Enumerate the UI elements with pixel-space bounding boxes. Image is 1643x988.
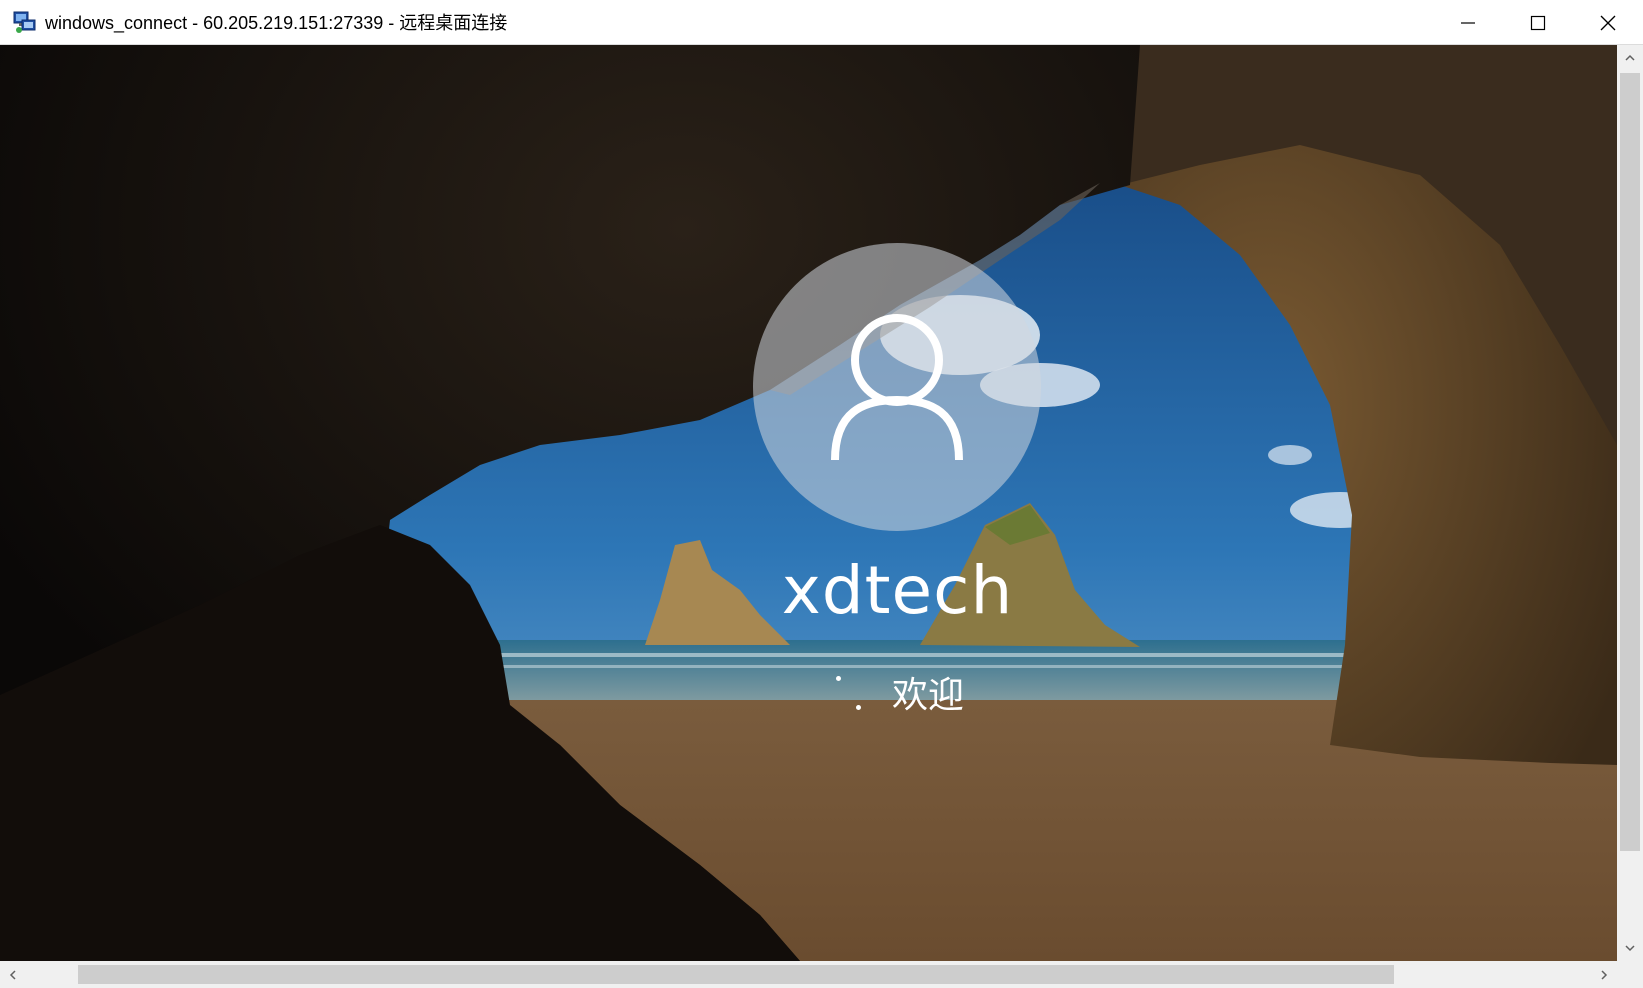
- chevron-right-icon: [1601, 969, 1608, 980]
- username-label: xdtech: [781, 552, 1014, 629]
- remote-desktop-viewport[interactable]: xdtech 欢迎: [0, 45, 1617, 961]
- scroll-right-button[interactable]: [1591, 961, 1617, 988]
- vertical-scrollbar[interactable]: [1617, 45, 1643, 961]
- minimize-icon: [1461, 21, 1475, 24]
- loading-spinner-icon: [820, 672, 861, 712]
- welcome-text: 欢迎: [892, 675, 965, 716]
- title-bar[interactable]: windows_connect - 60.205.219.151:27339 -…: [0, 0, 1643, 45]
- horizontal-scrollbar[interactable]: [0, 961, 1617, 988]
- user-icon: [831, 314, 963, 461]
- welcome-status: 欢迎: [820, 668, 964, 716]
- maximize-icon: [1530, 15, 1546, 30]
- chevron-up-icon: [1625, 54, 1635, 61]
- scroll-down-button[interactable]: [1617, 935, 1643, 961]
- horizontal-scroll-thumb[interactable]: [78, 965, 1394, 984]
- vertical-scroll-thumb[interactable]: [1620, 73, 1640, 851]
- user-avatar[interactable]: [753, 243, 1041, 531]
- chevron-down-icon: [1625, 945, 1635, 952]
- window-title: windows_connect - 60.205.219.151:27339 -…: [45, 13, 508, 33]
- maximize-button[interactable]: [1503, 0, 1573, 45]
- minimize-button[interactable]: [1433, 0, 1503, 45]
- scroll-left-button[interactable]: [0, 961, 26, 988]
- scroll-up-button[interactable]: [1617, 45, 1643, 71]
- chevron-left-icon: [9, 969, 16, 980]
- close-button[interactable]: [1573, 0, 1643, 45]
- scrollbar-corner: [1617, 961, 1643, 988]
- lockscreen-wallpaper: [0, 45, 1617, 961]
- close-icon: [1600, 15, 1616, 30]
- remote-desktop-icon: [13, 10, 37, 34]
